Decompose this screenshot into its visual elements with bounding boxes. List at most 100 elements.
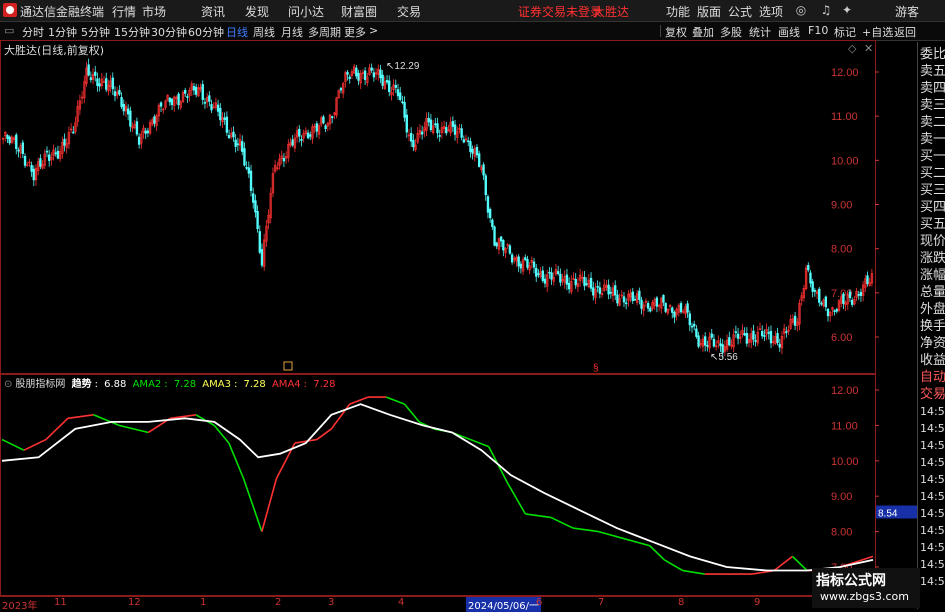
side-panel-item[interactable]: 现价 (920, 234, 945, 250)
side-panel-item[interactable]: 14:56 (920, 506, 945, 522)
candle-body (585, 283, 588, 285)
side-panel-item[interactable]: 14:56 (920, 523, 945, 539)
candle-body (640, 299, 643, 309)
period-60min[interactable]: 60分钟 (188, 24, 224, 40)
candlestick-chart[interactable]: 12.0011.0010.009.008.007.006.00↖12.29↖5.… (0, 40, 917, 374)
ama-segment (67, 413, 94, 420)
side-panel-item[interactable]: 总量 (920, 285, 945, 301)
side-panel-item[interactable]: 外盘 (920, 302, 945, 318)
menu-item-news[interactable]: 资讯 (201, 3, 225, 20)
candle-body (17, 149, 20, 152)
side-panel-item[interactable]: 卖一 (920, 132, 945, 148)
side-panel-item[interactable]: 换手 (920, 319, 945, 335)
dividend-marker-icon[interactable]: § (593, 363, 599, 374)
candle-body (192, 86, 196, 91)
side-panel-item[interactable]: 14:56 (920, 404, 945, 420)
period-monthly[interactable]: 月线 (281, 24, 303, 40)
tool-add-favorite[interactable]: +自选 (862, 24, 893, 40)
side-panel-item[interactable]: 14:56 (920, 421, 945, 437)
chevron-right-icon[interactable]: > (369, 24, 378, 37)
tool-overlay[interactable]: 叠加 (692, 24, 714, 40)
candle-body (835, 308, 838, 312)
period-daily[interactable]: 日线 (226, 24, 248, 40)
side-panel-item[interactable]: 收益 (920, 353, 945, 369)
side-panel-item[interactable]: 涨幅 (920, 268, 945, 284)
tool-fuquan[interactable]: 复权 (665, 24, 687, 40)
side-panel-item[interactable]: 卖五 (920, 64, 945, 80)
period-1min[interactable]: 1分钟 (48, 24, 77, 40)
time-label: 3 (328, 597, 335, 608)
candle-body (649, 308, 652, 312)
candle-body (493, 226, 496, 246)
period-15min[interactable]: 15分钟 (114, 24, 150, 40)
side-panel-item[interactable]: 14:56 (920, 455, 945, 471)
tool-draw[interactable]: 画线 (778, 24, 800, 40)
bell-icon[interactable]: ♫ (818, 2, 834, 18)
toolbar-toggle-icon[interactable]: ▭ (4, 24, 14, 37)
side-panel-item[interactable]: 卖三 (920, 98, 945, 114)
side-panel-item[interactable]: 涨跌 (920, 251, 945, 267)
side-panel-item[interactable]: 买一 (920, 149, 945, 165)
period-intraday[interactable]: 分时 (22, 24, 44, 40)
menu-item-trade[interactable]: 交易 (397, 3, 421, 20)
tool-f10[interactable]: F10 (808, 24, 828, 37)
candle-body (236, 143, 240, 146)
candle-body (469, 141, 472, 152)
event-marker-icon[interactable] (283, 361, 293, 371)
period-multi[interactable]: 多周期 (308, 24, 341, 40)
side-panel-item[interactable]: 交易 (920, 387, 945, 403)
period-30min[interactable]: 30分钟 (151, 24, 187, 40)
candle-body (30, 164, 33, 172)
side-panel-item[interactable]: 买四 (920, 200, 945, 216)
candle-body (664, 302, 667, 312)
side-panel-item[interactable]: 委比 (920, 47, 945, 63)
close-icon[interactable]: ✕ (864, 42, 873, 55)
side-panel-item[interactable]: 卖二 (920, 115, 945, 131)
side-panel-item[interactable]: 14:56 (920, 489, 945, 505)
candle-body (607, 284, 610, 295)
menu-item-market[interactable]: 市场 (142, 3, 166, 20)
side-panel-item[interactable]: 买五 (920, 217, 945, 233)
side-panel-item[interactable]: 自动 (920, 370, 945, 386)
menu-function[interactable]: 功能 (666, 3, 690, 20)
login-status[interactable]: 证券交易未登录 (518, 3, 602, 20)
tool-back[interactable]: 返回 (894, 24, 916, 40)
menu-formula[interactable]: 公式 (728, 3, 752, 20)
indicator-chart[interactable]: 12.0011.0010.009.008.007.008.54 (0, 374, 917, 596)
side-panel-item[interactable]: 14:56 (920, 557, 945, 573)
side-panel-item[interactable]: 净资 (920, 336, 945, 352)
period-weekly[interactable]: 周线 (253, 24, 275, 40)
menu-item-discover[interactable]: 发现 (245, 3, 269, 20)
menu-item-quotes[interactable]: 行情 (112, 3, 136, 20)
menu-options[interactable]: 选项 (759, 3, 783, 20)
settings-icon[interactable]: ✦ (839, 2, 855, 18)
candle-body (592, 287, 595, 296)
candle-body (589, 277, 593, 289)
menu-layout[interactable]: 版面 (697, 3, 721, 20)
side-panel-item[interactable]: 买二 (920, 166, 945, 182)
user-guest[interactable]: 游客 (895, 3, 919, 20)
menu-item-ask[interactable]: 问小达 (288, 3, 324, 20)
candle-body (519, 263, 523, 269)
side-panel-item[interactable]: 14:56 (920, 438, 945, 454)
side-panel-item[interactable]: 14:56 (920, 472, 945, 488)
tool-mark[interactable]: 标记 (834, 24, 856, 40)
side-panel-item[interactable]: 14:56 (920, 574, 945, 590)
side-panel-item[interactable]: 买三 (920, 183, 945, 199)
tool-multi-stock[interactable]: 多股 (720, 24, 742, 40)
candle-body (243, 148, 246, 166)
refresh-icon[interactable]: ◎ (793, 2, 809, 18)
period-5min[interactable]: 5分钟 (81, 24, 110, 40)
diamond-icon[interactable]: ◇ (848, 42, 856, 55)
period-more[interactable]: 更多 (344, 24, 366, 40)
candle-body (813, 290, 817, 292)
candle-body (548, 271, 551, 274)
menu-item-wealth[interactable]: 财富圈 (341, 3, 377, 20)
side-panel-item[interactable]: 卖四 (920, 81, 945, 97)
ama-segment (330, 403, 351, 430)
tool-stats[interactable]: 统计 (749, 24, 771, 40)
side-panel-item[interactable]: 14:56 (920, 540, 945, 556)
candle-body (537, 273, 540, 275)
candle-body (818, 288, 821, 303)
ama4-value: 7.28 (313, 379, 336, 390)
